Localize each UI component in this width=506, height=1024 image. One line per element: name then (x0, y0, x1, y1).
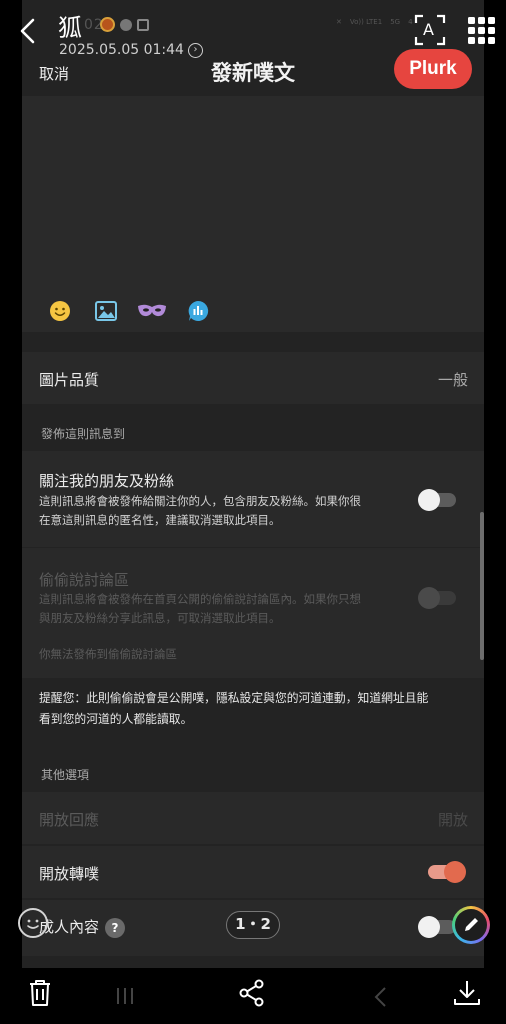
anonymous-board-description: 這則訊息將會被發佈在首頁公開的偷偷說討論區內。如果你只想 與朋友及粉絲分享此訊息… (39, 590, 419, 628)
open-response-row: 開放回應 開放 (22, 792, 484, 844)
friends-fans-description: 這則訊息將會被發佈給關注你的人，包含朋友及粉絲。如果你很 在意這則訊息的匿名性，… (39, 492, 419, 530)
friends-fans-desc-line-1: 這則訊息將會被發佈給關注你的人，包含朋友及粉絲。如果你很 (39, 494, 361, 508)
page-indicator[interactable]: 1・2 (226, 911, 280, 939)
open-response-value: 開放 (437, 811, 468, 829)
compose-text-area[interactable] (22, 96, 484, 332)
adult-content-toggle[interactable] (418, 916, 456, 938)
anonymous-board-toggle (418, 587, 456, 609)
allow-replurk-row[interactable]: 開放轉噗 (22, 846, 484, 898)
back-arrow-icon[interactable] (14, 14, 44, 48)
plurk-compose-screen: 取消 發新噗文 Plurk 圖片品質 一般 發佈這則訊息到 關注我的朋友及粉絲 (22, 0, 484, 968)
viewer-header: 02 狐 2025.05.05 01:44 › ✕ Vo)) LTE1 5G 4… (0, 0, 506, 64)
emoji-icon[interactable] (44, 299, 76, 323)
share-icon[interactable] (238, 978, 266, 1008)
adult-content-label-group: 成人內容? (39, 916, 126, 938)
adult-content-label: 成人內容 (39, 918, 100, 936)
anonymous-desc-line-2: 與朋友及粉絲分享此訊息，可取消選取此項目。 (39, 611, 281, 625)
bottom-action-bar (0, 968, 506, 1024)
friends-fans-desc-line-2: 在意這則訊息的匿名性，建議取消選取此項目。 (39, 513, 281, 527)
delete-icon[interactable] (27, 978, 53, 1008)
grid-menu-icon[interactable] (468, 17, 495, 44)
image-quality-row[interactable]: 圖片品質 一般 (22, 352, 484, 404)
image-quality-value: 一般 (437, 371, 468, 389)
scrollbar[interactable] (480, 512, 484, 660)
scan-text-glyph: A (423, 20, 434, 39)
allow-replurk-label: 開放轉噗 (39, 865, 100, 883)
image-title: 狐 (58, 14, 82, 42)
download-icon[interactable] (452, 978, 482, 1008)
compose-toolbar (44, 299, 214, 323)
privacy-notice-line-2: 看到您的河道的人都能讀取。 (39, 712, 193, 726)
chat-icon (120, 18, 132, 31)
friends-fans-toggle[interactable] (418, 489, 456, 511)
allow-replurk-toggle[interactable] (428, 861, 466, 883)
chevron-right-icon: › (187, 42, 203, 58)
mask-icon[interactable] (136, 299, 168, 323)
friends-fans-label: 關注我的朋友及粉絲 (39, 472, 175, 490)
anonymous-board-row: 偷偷說討論區 這則訊息將會被發佈在首頁公開的偷偷說討論區內。如果你只想 與朋友及… (22, 548, 484, 678)
edit-button[interactable] (452, 906, 490, 944)
recent-apps-icon[interactable] (114, 986, 136, 1006)
privacy-notice: 提醒您：此則偷偷說會是公開噗，隱私設定與您的河道連動，知道網址且能 看到您的河道… (39, 688, 469, 730)
image-icon[interactable] (90, 299, 122, 323)
network-label: 5G (390, 18, 401, 26)
anonymous-desc-line-1: 這則訊息將會被發佈在首頁公開的偷偷說討論區內。如果你只想 (39, 592, 361, 606)
cancel-button[interactable]: 取消 (39, 63, 69, 84)
text-scan-button[interactable]: A (414, 14, 446, 46)
image-date[interactable]: 2025.05.05 01:44 › (59, 42, 203, 58)
help-icon[interactable]: ? (105, 917, 126, 938)
other-options-header: 其他選項 (41, 768, 90, 782)
publish-to-header: 發佈這則訊息到 (41, 427, 126, 441)
image-date-text: 2025.05.05 01:44 (59, 42, 184, 58)
anonymous-board-label: 偷偷說討論區 (39, 571, 130, 589)
status-bar-system: ✕ Vo)) LTE1 5G 4 (336, 18, 413, 26)
mute-icon: ✕ (336, 18, 342, 26)
bixby-vision-icon[interactable] (18, 908, 48, 938)
signal-label: Vo)) LTE1 (349, 18, 383, 26)
open-response-label: 開放回應 (39, 811, 100, 829)
friends-fans-row[interactable]: 關注我的朋友及粉絲 這則訊息將會被發佈給關注你的人，包含朋友及粉絲。如果你很 在… (22, 451, 484, 547)
image-quality-label: 圖片品質 (39, 371, 100, 389)
poll-icon[interactable] (182, 299, 214, 323)
privacy-notice-line-1: 提醒您：此則偷偷說會是公開噗，隱私設定與您的河道連動，知道網址且能 (39, 691, 429, 705)
status-bar-icons (100, 17, 149, 32)
anonymous-unavailable-note: 你無法發佈到偷偷說討論區 (39, 647, 177, 661)
pencil-icon (455, 909, 487, 941)
check-box-icon (137, 18, 149, 31)
battery-level: 4 (408, 18, 413, 26)
nav-back-icon[interactable] (372, 986, 390, 1008)
notification-icon (100, 17, 115, 32)
